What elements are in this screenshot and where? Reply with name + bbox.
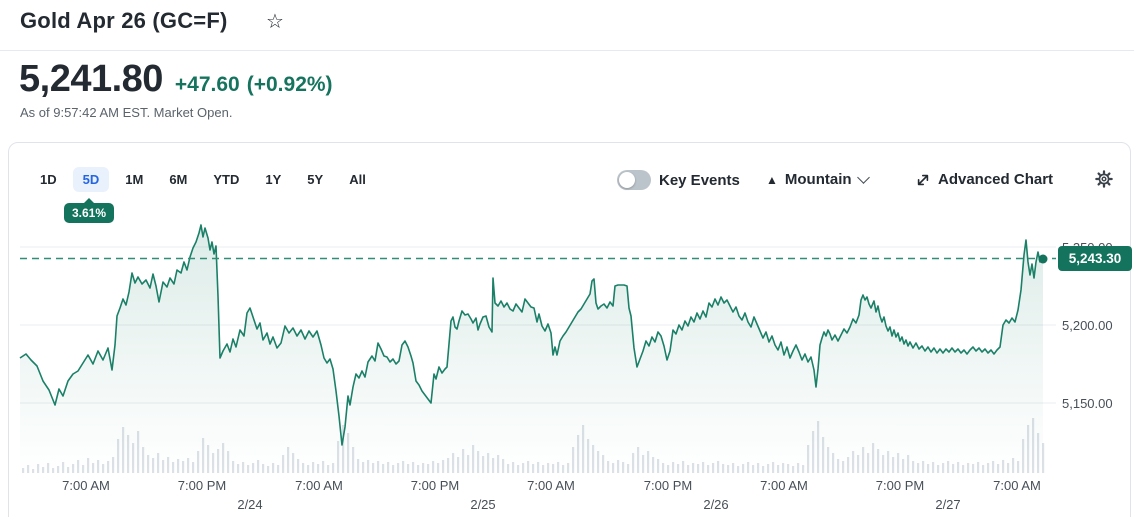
x-tick-label: 7:00 PM xyxy=(876,478,924,493)
x-tick-label: 7:00 AM xyxy=(295,478,343,493)
x-date-label: 2/24 xyxy=(237,497,262,512)
chart-settings-button[interactable] xyxy=(1095,170,1113,193)
price-row: 5,241.80 +47.60 (+0.92%) xyxy=(19,58,333,101)
gear-icon xyxy=(1095,170,1113,188)
chart-card xyxy=(8,142,1131,517)
x-tick-label: 7:00 PM xyxy=(178,478,226,493)
tab-5d[interactable]: 5D xyxy=(73,167,110,192)
x-tick-label: 7:00 PM xyxy=(644,478,692,493)
tab-ytd[interactable]: YTD xyxy=(203,167,249,192)
tab-all[interactable]: All xyxy=(339,167,376,192)
page-title: Gold Apr 26 (GC=F) xyxy=(20,8,228,34)
range-tabs: 1D5D1M6MYTD1Y5YAll xyxy=(30,167,376,192)
chevron-down-icon xyxy=(857,171,870,184)
current-price: 5,241.80 xyxy=(19,58,163,101)
x-tick-label: 7:00 AM xyxy=(527,478,575,493)
range-change-badge: 3.61% xyxy=(64,203,114,223)
tab-1y[interactable]: 1Y xyxy=(255,167,291,192)
tab-1d[interactable]: 1D xyxy=(30,167,67,192)
x-date-label: 2/26 xyxy=(703,497,728,512)
chart-type-dropdown[interactable]: ▲ Mountain xyxy=(766,171,868,188)
tab-5y[interactable]: 5Y xyxy=(297,167,333,192)
tab-6m[interactable]: 6M xyxy=(159,167,197,192)
price-change: +47.60 xyxy=(175,73,240,97)
advanced-chart-label: Advanced Chart xyxy=(938,171,1053,188)
header-divider xyxy=(0,50,1134,51)
y-tick-label: 5,200.00 xyxy=(1062,318,1113,333)
key-events-toggle[interactable] xyxy=(617,170,651,190)
price-change-percent: (+0.92%) xyxy=(247,73,333,97)
chart-type-label: Mountain xyxy=(785,171,852,188)
tab-1m[interactable]: 1M xyxy=(115,167,153,192)
x-tick-label: 7:00 AM xyxy=(62,478,110,493)
quote-page: Gold Apr 26 (GC=F) ☆ 5,241.80 +47.60 (+0… xyxy=(0,0,1134,517)
current-price-badge: 5,243.30 xyxy=(1058,246,1132,271)
as-of-timestamp: As of 9:57:42 AM EST. Market Open. xyxy=(20,105,232,120)
x-tick-label: 7:00 PM xyxy=(411,478,459,493)
x-tick-label: 7:00 AM xyxy=(993,478,1041,493)
y-tick-label: 5,150.00 xyxy=(1062,396,1113,411)
mountain-icon: ▲ xyxy=(766,173,778,187)
key-events-label: Key Events xyxy=(659,172,740,189)
advanced-chart-button[interactable]: Advanced Chart xyxy=(916,171,1053,188)
x-tick-label: 7:00 AM xyxy=(760,478,808,493)
x-date-label: 2/27 xyxy=(935,497,960,512)
toggle-knob xyxy=(619,172,635,188)
x-date-label: 2/25 xyxy=(470,497,495,512)
expand-diagonal-icon xyxy=(916,173,930,187)
watchlist-star-icon[interactable]: ☆ xyxy=(266,9,284,34)
